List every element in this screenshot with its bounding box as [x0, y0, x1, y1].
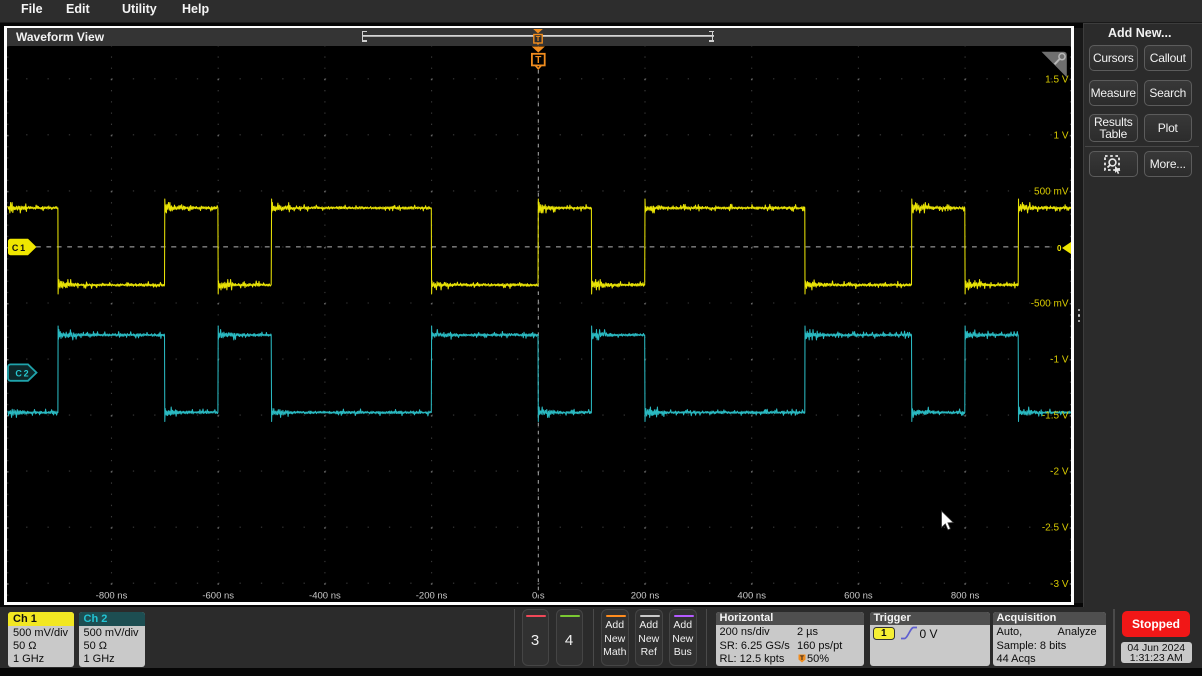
svg-text:-3 V: -3 V [1050, 578, 1069, 589]
svg-text:-1.5 V: -1.5 V [1041, 410, 1068, 421]
svg-text:0 s: 0 s [531, 590, 544, 601]
svg-text:C 1: C 1 [11, 242, 24, 252]
svg-text:200 ns: 200 ns [630, 590, 659, 601]
svg-text:T: T [800, 655, 804, 662]
svg-text:-2.5 V: -2.5 V [1041, 522, 1068, 533]
svg-text:1 V: 1 V [1053, 130, 1068, 141]
svg-text:-200 ns: -200 ns [415, 590, 447, 601]
svg-text:-1 V: -1 V [1050, 354, 1069, 365]
svg-text:-400 ns: -400 ns [309, 590, 341, 601]
svg-text:T: T [536, 34, 541, 43]
svg-text:C 2: C 2 [15, 368, 28, 378]
svg-text:-800 ns: -800 ns [95, 590, 127, 601]
svg-text:-500 mV: -500 mV [1030, 298, 1068, 309]
svg-text:1.5 V: 1.5 V [1045, 74, 1069, 85]
svg-text:500 mV: 500 mV [1034, 186, 1069, 197]
svg-text:600 ns: 600 ns [844, 590, 873, 601]
svg-text:T: T [535, 55, 541, 66]
svg-text:800 ns: 800 ns [950, 590, 979, 601]
svg-text:400 ns: 400 ns [737, 590, 766, 601]
svg-text:-2 V: -2 V [1050, 466, 1069, 477]
svg-text:0: 0 [1057, 243, 1062, 252]
svg-text:-600 ns: -600 ns [202, 590, 234, 601]
